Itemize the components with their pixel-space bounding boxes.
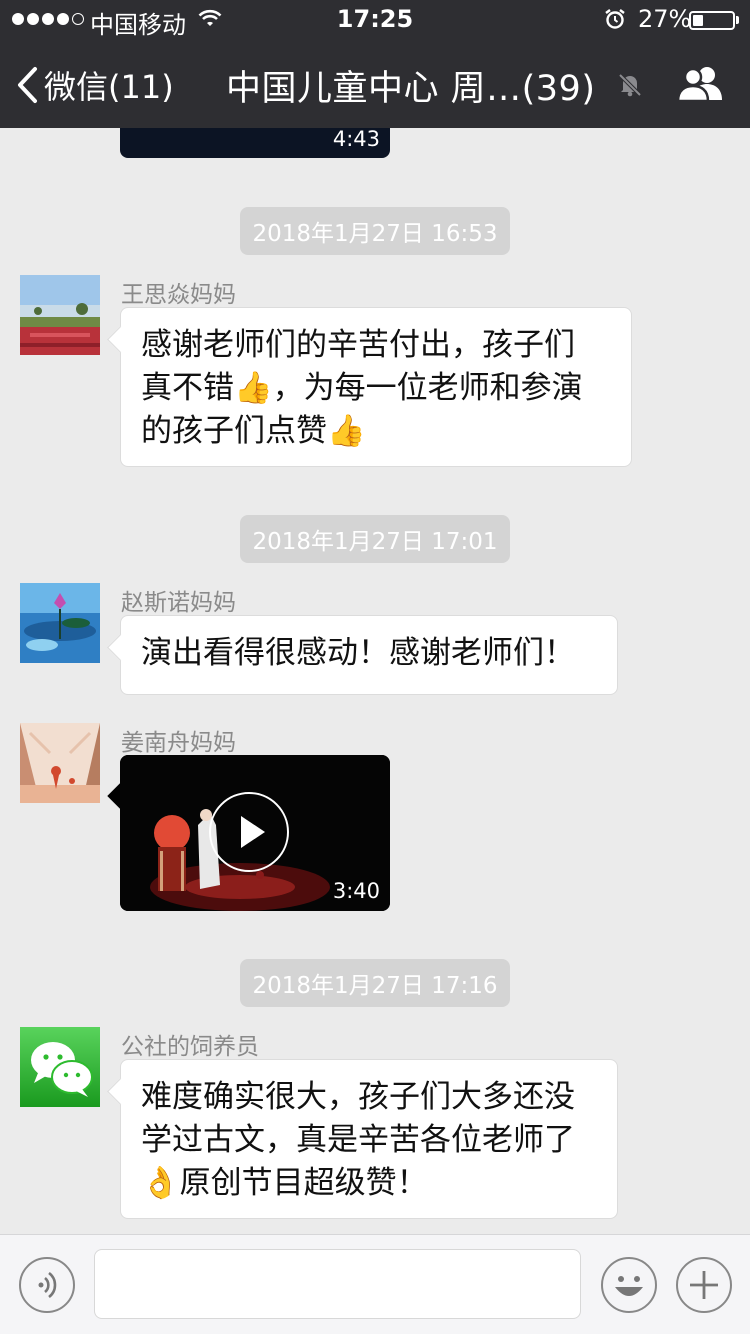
emoji-button[interactable] <box>601 1257 657 1313</box>
sender-name: 姜南舟妈妈 <box>121 730 236 756</box>
status-bar: 中国移动 17:25 27% <box>0 0 750 40</box>
avatar[interactable] <box>20 275 100 355</box>
avatar[interactable] <box>20 1027 100 1107</box>
input-bar <box>0 1234 750 1334</box>
voice-button[interactable] <box>19 1257 75 1313</box>
avatar-image <box>20 583 100 663</box>
wechat-logo-icon <box>20 1027 100 1107</box>
video-duration: 3:40 <box>332 879 380 903</box>
battery-icon <box>689 11 735 30</box>
avatar-image <box>20 723 100 803</box>
back-label: 微信(11) <box>44 68 174 106</box>
video-message[interactable]: 3:40 <box>120 755 390 911</box>
top-bar: 中国移动 17:25 27% 微信(11) 中国儿童中心 周…(39) <box>0 0 750 128</box>
message-timestamp: 2018年1月27日 17:16 <box>240 959 510 1007</box>
play-icon[interactable] <box>209 792 289 872</box>
sender-name: 公社的饲养员 <box>121 1034 259 1060</box>
text-message[interactable]: 感谢老师们的辛苦付出，孩子们 真不错👍，为每一位老师和参演 的孩子们点赞👍 <box>120 307 632 467</box>
text-message[interactable]: 难度确实很大，孩子们大多还没 学过古文，真是辛苦各位老师了 👌原创节目超级赞！ <box>120 1059 618 1219</box>
bell-muted-icon <box>618 73 642 97</box>
alarm-icon <box>605 9 625 29</box>
chevron-left-icon <box>18 67 37 103</box>
video-message[interactable]: 4:43 <box>120 128 390 158</box>
smiley-icon <box>615 1276 643 1296</box>
group-members-icon[interactable] <box>676 64 724 104</box>
text-message[interactable]: 演出看得很感动！感谢老师们！ <box>120 615 618 695</box>
avatar[interactable] <box>20 583 100 663</box>
avatar-image <box>20 275 100 355</box>
message-timestamp: 2018年1月27日 17:01 <box>240 515 510 563</box>
battery-percent: 27% <box>638 5 692 33</box>
chat-area[interactable]: 4:43 2018年1月27日 16:53 王思焱妈妈 感谢老师们的辛苦付出，孩… <box>0 128 750 1234</box>
avatar[interactable] <box>20 723 100 803</box>
back-button[interactable]: 微信(11) <box>16 62 174 108</box>
plus-icon <box>690 1271 718 1299</box>
chat-title: 中国儿童中心 周…(39) <box>226 69 596 109</box>
sender-name: 赵斯诺妈妈 <box>121 590 236 616</box>
video-duration: 4:43 <box>332 128 380 151</box>
voice-icon <box>38 1271 57 1299</box>
more-button[interactable] <box>676 1257 732 1313</box>
message-timestamp: 2018年1月27日 16:53 <box>240 207 510 255</box>
sender-name: 王思焱妈妈 <box>121 282 236 308</box>
message-input[interactable] <box>94 1249 581 1319</box>
